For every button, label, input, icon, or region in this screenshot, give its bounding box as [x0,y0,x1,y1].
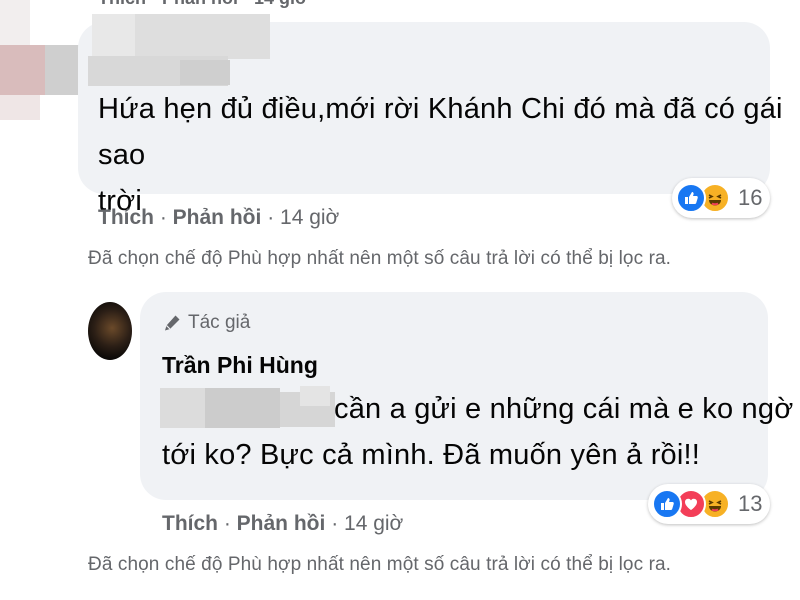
reply-link[interactable]: Phản hồi [173,206,262,229]
reaction-count: 13 [738,491,763,516]
reaction-summary[interactable]: 16 [672,178,771,218]
reply-text-line: tới ko? Bực cả mình. Đã muốn yên ả rồi!! [162,439,701,471]
reply-text-line: cần a gửi e những cái mà e ko ngờ [334,393,794,425]
reply-actions: Thích · Phản hồi · 14 giờ [162,512,404,535]
reply-link[interactable]: Phản hồi [162,0,238,8]
like-icon [676,183,706,213]
comment-actions: Thích · Phản hồi · 14 giờ [98,206,340,229]
top-comment-actions: Thích · Phản hồi · 14 giờ [98,0,308,9]
author-name[interactable]: Trần Phi Hùng [162,352,318,379]
timestamp: 14 giờ [280,206,340,229]
pencil-icon [162,313,182,333]
filter-notice: Đã chọn chế độ Phù hợp nhất nên một số c… [88,248,672,269]
timestamp: 14 giờ [254,0,308,8]
reply-link[interactable]: Phản hồi [237,512,326,535]
reaction-summary[interactable]: 13 [648,484,771,524]
author-badge-label: Tác giả [188,312,251,333]
comment-text-line: Hứa hẹn đủ điều,mới rời Khánh Chi đó mà … [98,93,783,171]
filter-notice: Đã chọn chế độ Phù hợp nhất nên một số c… [88,554,672,575]
like-link[interactable]: Thích [98,206,154,229]
author-badge: Tác giả [162,312,250,334]
avatar[interactable] [88,302,132,360]
like-link[interactable]: Thích [162,512,218,535]
reaction-count: 16 [738,185,763,210]
timestamp: 14 giờ [344,512,404,535]
like-icon [652,489,682,519]
like-link[interactable]: Thích [98,0,146,8]
